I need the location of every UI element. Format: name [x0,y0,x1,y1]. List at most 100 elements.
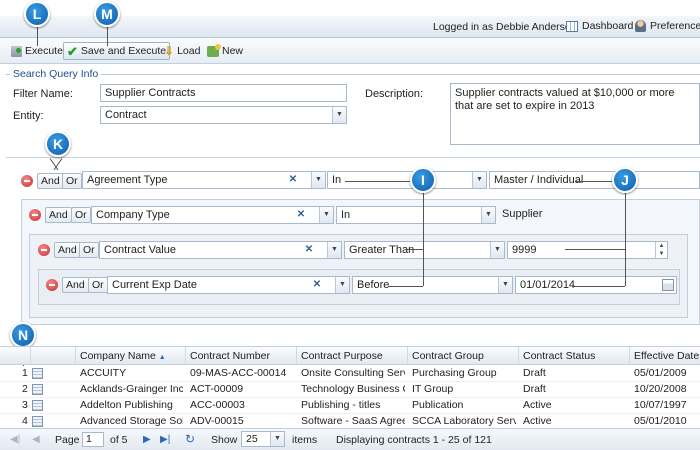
record-icon[interactable] [32,384,43,395]
cell-contract-group: IT Group [412,383,454,395]
callout-n: N [10,322,36,348]
table-row[interactable]: 3 Addelton Publishing ACC-00003 Publishi… [0,397,700,414]
or-button[interactable]: Or [62,173,82,189]
clear-icon[interactable]: ✕ [287,172,299,188]
callout-i: I [410,167,436,193]
value-input[interactable]: Master / Individual [489,171,700,189]
cell-contract-group: SCCA Laboratory Servic... [412,415,516,427]
page-size-select[interactable]: 25 ▼ [241,431,285,447]
preferences-link[interactable]: Preferences [635,20,700,32]
column-header-contract-status[interactable]: Contract Status [523,350,595,362]
cell-contract-group: Publication [412,399,464,411]
column-header-contract-number[interactable]: Contract Number [190,350,270,362]
value-text[interactable]: Supplier [498,206,688,224]
results-grid-header: Company Name ▲ Contract Number Contract … [0,346,700,365]
chevron-down-icon[interactable]: ▼ [311,172,325,188]
operator-select[interactable]: In ▼ [327,171,487,189]
chevron-down-icon[interactable]: ▼ [335,277,349,293]
operator-select[interactable]: In ▼ [336,206,496,224]
row-number: 2 [22,383,28,395]
new-label: New [222,45,244,57]
field-select[interactable]: Current Exp Date ✕ ▼ [107,276,350,294]
field-select[interactable]: Contract Value ✕ ▼ [99,241,342,259]
refresh-icon[interactable]: ↻ [185,432,195,446]
column-header-company-name[interactable]: Company Name ▲ [80,350,166,362]
field-select[interactable]: Agreement Type ✕ ▼ [82,171,326,189]
and-button[interactable]: And [54,242,81,258]
or-button[interactable]: Or [79,242,99,258]
callout-i-line-vertical [423,192,424,286]
table-row[interactable]: 1 ACCUITY 09-MAS-ACC-00014 Onsite Consul… [0,365,700,382]
field-value: Contract Value [104,244,176,256]
field-value: Current Exp Date [112,279,197,291]
table-row[interactable]: 2 Acklands-Grainger Inc. ACT-00009 Techn… [0,381,700,398]
chevron-down-icon[interactable]: ▼ [270,432,284,446]
record-icon[interactable] [32,400,43,411]
cell-contract-number: ACT-00009 [190,383,244,395]
remove-condition-icon[interactable] [46,279,58,291]
logged-in-user-text: Logged in as Debbie Anderson [433,21,577,33]
save-and-execute-button[interactable]: ✔ Save and Execute [63,42,171,60]
calendar-icon[interactable] [662,279,674,291]
previous-page-icon[interactable]: ◀ [32,434,40,445]
remove-condition-icon[interactable] [38,244,50,256]
callout-i-line-row4 [388,286,423,287]
operator-select[interactable]: Before ▼ [352,276,513,294]
cell-contract-status: Active [523,399,552,411]
remove-condition-icon[interactable] [29,209,41,221]
operator-select[interactable]: Greater Than ▼ [344,241,505,259]
column-header-label: Company Name [80,350,156,362]
chevron-down-icon[interactable]: ▼ [481,207,495,223]
column-header-contract-purpose[interactable]: Contract Purpose [301,350,383,362]
load-arrow-icon: ⇓ [164,44,175,58]
clear-icon[interactable]: ✕ [303,242,315,258]
and-button[interactable]: And [62,277,89,293]
record-icon[interactable] [32,416,43,427]
chevron-down-icon[interactable]: ▼ [319,207,333,223]
page-size-value: 25 [246,433,258,445]
remove-condition-icon[interactable] [21,175,33,187]
sort-ascending-icon: ▲ [158,354,166,361]
or-button[interactable]: Or [71,207,91,223]
chevron-down-icon[interactable]: ▼ [490,242,504,258]
first-page-icon[interactable]: ◀| [10,434,20,445]
column-header-contract-group[interactable]: Contract Group [412,350,484,362]
pager-bar: ◀| ◀ Page 1 of 5 ▶ ▶| ↻ Show 25 ▼ items … [0,428,700,450]
callout-j-line-row4 [572,286,625,287]
value-number-input[interactable]: 9999 ▲ ▼ [507,241,668,259]
column-separator [629,347,630,365]
or-button[interactable]: Or [88,277,108,293]
new-button[interactable]: New [204,42,246,60]
cell-effective-date: 10/07/1997 [634,399,687,411]
preferences-label: Preferences [650,20,700,32]
description-textarea[interactable]: Supplier contracts valued at $10,000 or … [450,83,700,145]
clear-icon[interactable]: ✕ [311,277,323,293]
field-select[interactable]: Company Type ✕ ▼ [91,206,334,224]
chevron-down-icon[interactable]: ▼ [498,277,512,293]
filter-name-input[interactable]: Supplier Contracts [100,84,347,102]
dashboard-link[interactable]: Dashboard [566,20,633,32]
entity-select[interactable]: Contract ▼ [100,106,347,124]
next-page-icon[interactable]: ▶ [143,434,151,445]
cell-company-name: ACCUITY [80,367,127,379]
page-number-input[interactable]: 1 [82,432,104,447]
page-count-text: of 5 [110,434,128,446]
value-date-input[interactable]: 01/01/2014 [515,276,677,294]
spinner-arrows-icon[interactable]: ▲ ▼ [655,242,667,258]
chevron-down-icon[interactable]: ▼ [332,107,346,123]
and-button[interactable]: And [45,207,72,223]
column-separator [518,347,519,365]
chevron-down-icon[interactable]: ▼ [472,172,486,188]
clear-icon[interactable]: ✕ [295,207,307,223]
column-header-effective-date[interactable]: Effective Date [634,350,699,362]
cell-contract-group: Purchasing Group [412,367,497,379]
entity-value: Contract [105,109,147,121]
chevron-down-icon[interactable]: ▼ [327,242,341,258]
cell-contract-purpose: Technology Business C... [301,383,405,395]
last-page-icon[interactable]: ▶| [160,434,170,445]
column-separator [407,347,408,365]
and-button[interactable]: And [37,173,64,189]
load-button[interactable]: ⇓ Load [161,42,203,60]
record-icon[interactable] [32,368,43,379]
cell-contract-number: ACC-00003 [190,399,245,411]
